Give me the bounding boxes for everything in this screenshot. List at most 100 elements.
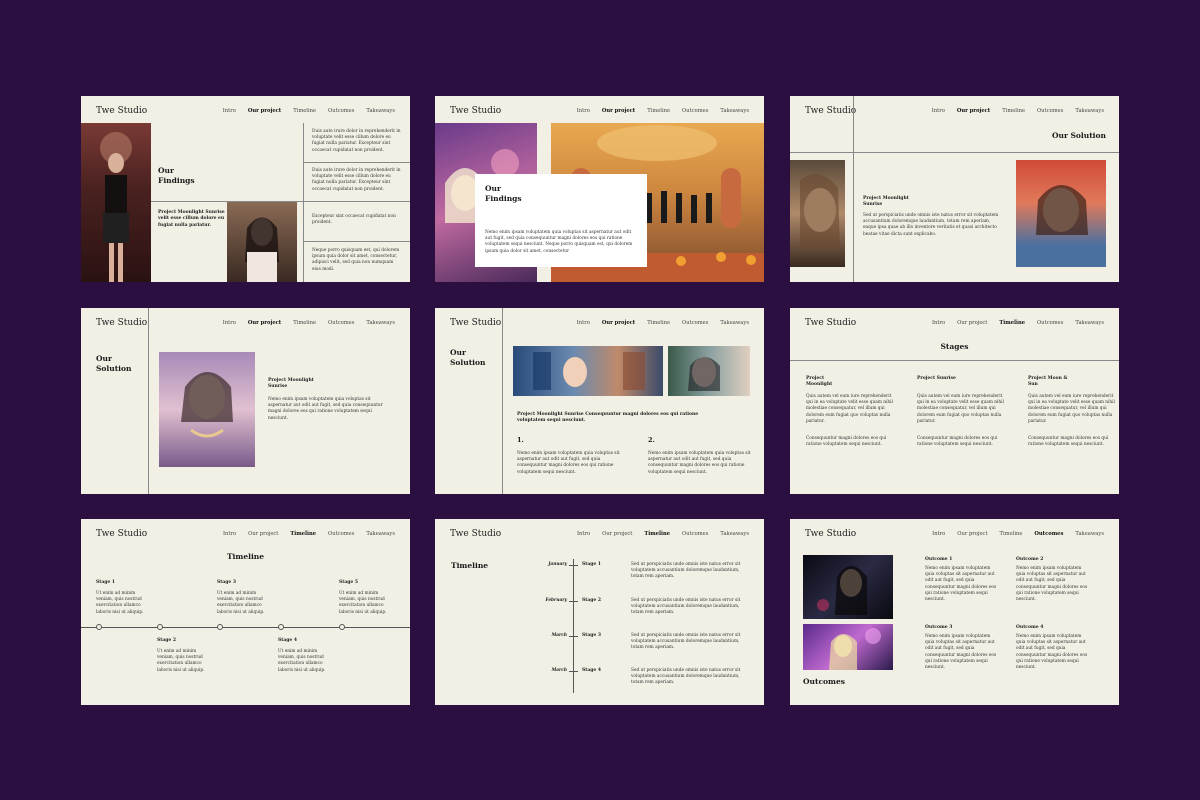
stage-col-3-title: Project Moon & Sun: [1028, 376, 1068, 388]
nav-intro[interactable]: Intro: [577, 108, 590, 114]
nav-intro[interactable]: Intro: [223, 531, 236, 537]
nav-timeline[interactable]: Timeline: [644, 531, 670, 537]
slide-findings-1[interactable]: Twe Studio Intro Our project Timeline Ou…: [81, 96, 410, 282]
timeline-dot-3: [217, 624, 223, 630]
nav-our-project[interactable]: Our project: [602, 108, 635, 114]
slide-solution-2[interactable]: Twe Studio Intro Our project Timeline Ou…: [81, 308, 410, 494]
slide-findings-2[interactable]: Twe Studio Intro Our project Timeline Ou…: [435, 96, 764, 282]
slide-title: Timeline: [451, 561, 489, 570]
stage-1-text: Sed ut perspiciatis unde omnis iste natu…: [631, 562, 741, 580]
brand-logo: Twe Studio: [450, 529, 502, 539]
nav-our-project[interactable]: Our project: [248, 531, 278, 537]
nav-intro[interactable]: Intro: [577, 320, 590, 326]
brand-logo: Twe Studio: [805, 529, 857, 539]
nav-timeline[interactable]: Timeline: [293, 320, 316, 326]
nav-intro[interactable]: Intro: [932, 320, 945, 326]
photo-blue-portrait: [668, 346, 750, 396]
slide-timeline-2[interactable]: Twe Studio Intro Our project Timeline Ou…: [435, 519, 764, 705]
slide-nav: Intro Our project Timeline Outcomes Take…: [223, 108, 395, 114]
timeline-dot-5: [339, 624, 345, 630]
point-text-2: Nemo enim ipsam voluptatem quia voluptas…: [648, 451, 751, 475]
stage-4-text: Ut enim ad minim veniam, quis nostrud ex…: [278, 649, 326, 673]
nav-takeaways[interactable]: Takeaways: [720, 531, 749, 537]
nav-takeaways[interactable]: Takeaways: [1075, 320, 1104, 326]
photo-stage-performance: [803, 624, 893, 670]
nav-our-project[interactable]: Our project: [248, 320, 281, 326]
brand-logo: Twe Studio: [450, 106, 502, 116]
outcome-3-text: Nemo enim ipsam voluptatem quia voluptas…: [925, 634, 997, 671]
nav-intro[interactable]: Intro: [223, 320, 236, 326]
nav-outcomes[interactable]: Outcomes: [328, 531, 354, 537]
portrait-icon: [688, 357, 720, 391]
slide-timeline-1[interactable]: Twe Studio Intro Our project Timeline Ou…: [81, 519, 410, 705]
stage-4-text: Sed ut perspiciatis unde omnis iste natu…: [631, 668, 741, 686]
slide-nav: Intro Our project Timeline Outcomes Take…: [223, 320, 395, 326]
phone-booth-icon: [533, 352, 645, 390]
slide-nav: Intro Our project Timeline Outcomes Take…: [932, 320, 1104, 326]
text-block-4: Neque porro quisquam est, qui dolorem ip…: [312, 248, 400, 272]
nav-outcomes[interactable]: Outcomes: [682, 320, 708, 326]
nav-our-project[interactable]: Our project: [957, 320, 987, 326]
nav-our-project[interactable]: Our project: [248, 108, 281, 114]
slide-title: Our Findings: [485, 184, 522, 203]
nav-timeline[interactable]: Timeline: [999, 320, 1025, 326]
slide-title: Our Solution: [450, 348, 486, 367]
nav-our-project[interactable]: Our project: [957, 108, 990, 114]
nav-outcomes[interactable]: Outcomes: [1034, 531, 1063, 537]
stage-light-icon: [829, 628, 881, 670]
timeline-dot-4: [278, 624, 284, 630]
stage-1-title: Stage 1: [582, 562, 601, 567]
nav-timeline[interactable]: Timeline: [293, 108, 316, 114]
nav-intro[interactable]: Intro: [577, 531, 590, 537]
solution-text: Nemo enim ipsam voluptatem quia voluptas…: [268, 397, 383, 421]
outcome-1-title: Outcome 1: [925, 557, 953, 562]
nav-takeaways[interactable]: Takeaways: [366, 531, 395, 537]
nav-timeline[interactable]: Timeline: [647, 108, 670, 114]
nav-intro[interactable]: Intro: [932, 108, 945, 114]
stage-2-text: Ut enim ad minim veniam, quis nostrud ex…: [157, 649, 205, 673]
nav-intro[interactable]: Intro: [223, 108, 236, 114]
stage-3-title: Stage 3: [582, 633, 601, 638]
nav-outcomes[interactable]: Outcomes: [328, 108, 354, 114]
slide-nav: Intro Our project Timeline Outcomes Take…: [577, 531, 749, 537]
photo-woman-standing: [81, 123, 151, 282]
nav-intro[interactable]: Intro: [932, 531, 945, 537]
photo-dark-portrait: [803, 555, 893, 619]
nav-takeaways[interactable]: Takeaways: [1075, 108, 1104, 114]
text-block-1: Duis aute irure dolor in reprehenderit i…: [312, 129, 401, 153]
nav-takeaways[interactable]: Takeaways: [366, 108, 395, 114]
slide-stages[interactable]: Twe Studio Intro Our project Timeline Ou…: [790, 308, 1119, 494]
brand-logo: Twe Studio: [805, 106, 857, 116]
nav-takeaways[interactable]: Takeaways: [720, 320, 749, 326]
slide-nav: Intro Our project Timeline Outcomes Take…: [223, 531, 395, 537]
nav-timeline[interactable]: Timeline: [1000, 531, 1023, 537]
nav-our-project[interactable]: Our project: [602, 320, 635, 326]
nav-outcomes[interactable]: Outcomes: [682, 108, 708, 114]
nav-takeaways[interactable]: Takeaways: [720, 108, 749, 114]
stage-2-title: Stage 2: [157, 638, 176, 643]
nav-timeline[interactable]: Timeline: [1002, 108, 1025, 114]
point-number-2: 2.: [648, 436, 655, 444]
photo-smiling-woman: [1016, 160, 1106, 267]
photo-closeup-profile: [790, 160, 845, 267]
nav-timeline[interactable]: Timeline: [290, 531, 316, 537]
slide-solution-1[interactable]: Twe Studio Intro Our project Timeline Ou…: [790, 96, 1119, 282]
slide-solution-3[interactable]: Twe Studio Intro Our project Timeline Ou…: [435, 308, 764, 494]
brand-logo: Twe Studio: [96, 529, 148, 539]
text-block-3: Excepteur sint occaecat cupidatat non pr…: [312, 214, 396, 226]
findings-text: Nemo enim ipsam voluptatem quia voluptas…: [485, 230, 633, 254]
outcome-4-text: Nemo enim ipsam voluptatem quia voluptas…: [1016, 634, 1088, 671]
month-1: January: [548, 562, 567, 567]
nav-our-project[interactable]: Our project: [602, 531, 632, 537]
nav-timeline[interactable]: Timeline: [647, 320, 670, 326]
nav-outcomes[interactable]: Outcomes: [1037, 108, 1063, 114]
stage-col-2-note: Consequuntur magni dolores eos qui ratio…: [917, 436, 998, 448]
nav-outcomes[interactable]: Outcomes: [1037, 320, 1063, 326]
nav-outcomes[interactable]: Outcomes: [682, 531, 708, 537]
month-3: March: [551, 633, 567, 638]
slide-outcomes[interactable]: Twe Studio Intro Our project Timeline Ou…: [790, 519, 1119, 705]
nav-takeaways[interactable]: Takeaways: [366, 320, 395, 326]
nav-our-project[interactable]: Our project: [957, 531, 987, 537]
nav-takeaways[interactable]: Takeaways: [1075, 531, 1104, 537]
nav-outcomes[interactable]: Outcomes: [328, 320, 354, 326]
